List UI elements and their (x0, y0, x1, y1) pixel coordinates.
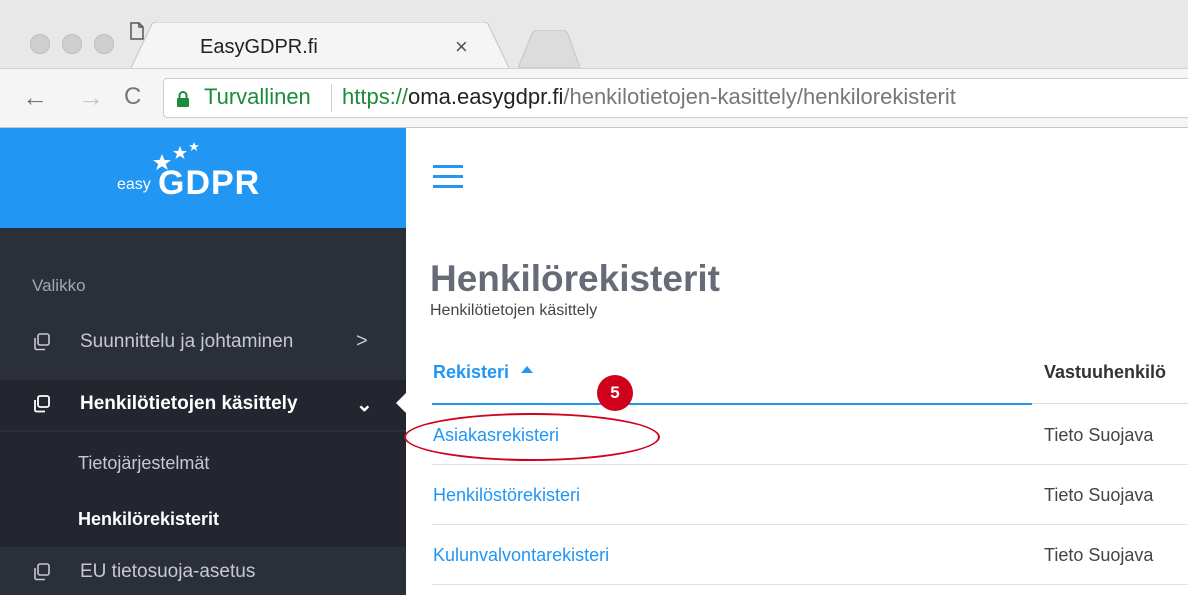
tab-close-icon[interactable]: × (455, 34, 468, 60)
secure-label: Turvallinen (204, 84, 311, 109)
sidebar-item-henkilotietojen-kasittely[interactable]: Henkilötietojen käsittely ⌄ (0, 380, 406, 430)
column-header-rekisteri[interactable]: Rekisteri (433, 362, 509, 383)
highlight-ellipse (404, 413, 660, 461)
url-path: /henkilotietojen-kasittely/henkilorekist… (563, 84, 956, 109)
responsible-cell: Tieto Suojava (1044, 545, 1154, 565)
responsible-cell: Tieto Suojava (1044, 485, 1154, 505)
table-row[interactable]: Kulunvalvontarekisteri Tieto Suojava (432, 525, 1188, 585)
chevron-down-icon: ⌄ (356, 394, 373, 416)
url-divider (331, 84, 332, 112)
register-name-link[interactable]: Henkilöstörekisteri (433, 485, 580, 506)
lock-icon (177, 91, 189, 107)
menu-heading: Valikko (32, 276, 86, 295)
window-minimize-button[interactable] (62, 34, 82, 54)
copy-icon (34, 395, 50, 413)
url-host: oma.easygdpr.fi (408, 84, 564, 109)
step-badge: 5 (597, 375, 633, 411)
browser-tab[interactable]: EasyGDPR.fi × (130, 22, 510, 70)
chevron-right-icon: > (356, 330, 368, 352)
window-maximize-button[interactable] (94, 34, 114, 54)
responsible-cell: Tieto Suojava (1044, 425, 1154, 445)
sidebar-item-label: Suunnittelu ja johtaminen (80, 331, 294, 352)
copy-icon (34, 563, 50, 581)
register-name-link[interactable]: Kulunvalvontarekisteri (433, 545, 609, 566)
window-close-button[interactable] (30, 34, 50, 54)
url-scheme: https:// (342, 84, 409, 109)
sidebar-subitem-henkilorekisterit[interactable]: Henkilörekisterit (78, 509, 219, 530)
sidebar-item-label: EU tietosuoja-asetus (80, 561, 256, 582)
page-subtitle: Henkilötietojen käsittely (430, 302, 598, 319)
sort-ascending-icon[interactable] (521, 366, 533, 373)
sidebar-item-suunnittelu[interactable]: Suunnittelu ja johtaminen > (0, 318, 406, 368)
active-pointer (396, 393, 406, 413)
reload-icon[interactable]: C (124, 82, 141, 112)
logo-gdpr-text: GDPR (158, 164, 261, 202)
forward-icon[interactable]: → (78, 82, 104, 112)
tab-shape (130, 22, 510, 70)
sidebar-item-label: Henkilötietojen käsittely (80, 393, 298, 414)
sidebar-subitem-tietojarjestelmat[interactable]: Tietojärjestelmät (78, 453, 209, 474)
url-text[interactable]: https://oma.easygdpr.fi/henkilotietojen-… (342, 84, 956, 110)
page-title: Henkilörekisterit (430, 258, 720, 299)
hamburger-menu-icon[interactable] (433, 165, 463, 189)
header-underline (1032, 403, 1188, 404)
page-icon (130, 22, 144, 40)
tab-title: EasyGDPR.fi (200, 36, 318, 58)
logo-easy-text: easy (117, 176, 151, 193)
copy-icon (34, 333, 50, 351)
sidebar-item-eu-tietosuoja[interactable]: EU tietosuoja-asetus (0, 548, 406, 598)
column-header-vastuuhenkilo[interactable]: Vastuuhenkilö (1044, 362, 1166, 383)
new-tab-button[interactable] (518, 30, 580, 68)
back-icon[interactable]: ← (22, 82, 48, 112)
table-row[interactable]: Henkilöstörekisteri Tieto Suojava (432, 465, 1188, 525)
